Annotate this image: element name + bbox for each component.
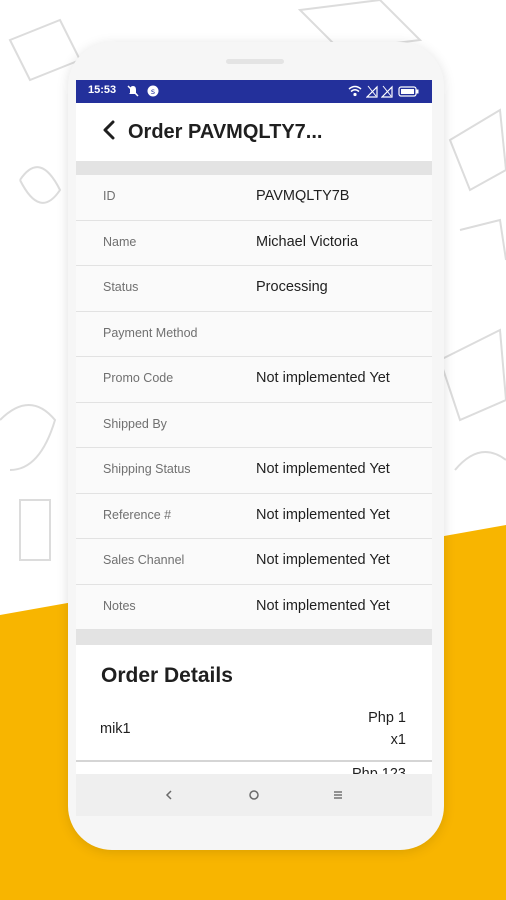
section-divider	[76, 161, 432, 175]
svg-text:s: s	[151, 87, 155, 96]
app-screen: 15:53 s Order PAVMQLTY7... ID PAVMQLTY7B…	[76, 80, 432, 816]
signal-2-icon	[381, 85, 393, 98]
wifi-icon	[348, 85, 362, 97]
info-value: PAVMQLTY7B	[256, 188, 350, 204]
item-quantity: x1	[390, 732, 406, 748]
nav-menu-icon[interactable]	[325, 782, 351, 808]
info-row-id: ID PAVMQLTY7B	[76, 175, 432, 221]
info-row-shipped-by: Shipped By	[76, 402, 432, 448]
info-value: Not implemented Yet	[256, 461, 390, 477]
item-name: mik1	[100, 721, 131, 737]
item-divider	[76, 760, 432, 762]
mute-notification-icon	[127, 85, 139, 97]
order-info-list: ID PAVMQLTY7B Name Michael Victoria Stat…	[76, 175, 432, 630]
info-row-promo-code: Promo Code Not implemented Yet	[76, 357, 432, 403]
info-row-shipping-status: Shipping Status Not implemented Yet	[76, 448, 432, 494]
order-details-heading: Order Details	[101, 664, 233, 687]
info-label: Notes	[103, 598, 136, 613]
info-label: Promo Code	[103, 371, 174, 385]
back-arrow-icon[interactable]	[98, 118, 122, 142]
info-label: Status	[103, 280, 139, 294]
app-bar: Order PAVMQLTY7...	[76, 103, 432, 161]
info-value: Not implemented Yet	[256, 370, 390, 386]
info-row-name: Name Michael Victoria	[76, 220, 432, 266]
nav-back-icon[interactable]	[156, 782, 182, 808]
signal-icon	[366, 85, 378, 98]
status-bar: 15:53 s	[76, 80, 432, 103]
page-title: Order PAVMQLTY7...	[128, 121, 323, 143]
nav-home-icon[interactable]	[241, 782, 267, 808]
battery-icon	[398, 86, 419, 97]
info-label: Reference #	[103, 507, 172, 522]
item-price: Php 1	[368, 710, 406, 726]
info-value: Michael Victoria	[256, 233, 359, 250]
info-label: Sales Channel	[103, 553, 185, 567]
system-nav-bar	[76, 774, 432, 816]
section-divider	[76, 630, 432, 645]
info-row-payment-method: Payment Method	[76, 311, 432, 357]
info-label: Shipping Status	[103, 462, 191, 476]
info-row-status: Status Processing	[76, 266, 432, 312]
info-value: Not implemented Yet	[256, 597, 390, 614]
info-value: Not implemented Yet	[256, 552, 390, 568]
info-value: Not implemented Yet	[256, 506, 390, 523]
info-label: Payment Method	[103, 325, 198, 340]
app-notification-icon: s	[147, 85, 159, 97]
info-value: Processing	[256, 279, 328, 295]
info-row-notes: Notes Not implemented Yet	[76, 584, 432, 630]
info-label: Shipped By	[103, 416, 167, 431]
phone-speaker	[226, 59, 284, 64]
status-time: 15:53	[88, 84, 117, 96]
info-row-reference: Reference # Not implemented Yet	[76, 493, 432, 539]
info-label: Name	[103, 234, 137, 249]
info-label: ID	[103, 189, 116, 203]
info-row-sales-channel: Sales Channel Not implemented Yet	[76, 539, 432, 585]
